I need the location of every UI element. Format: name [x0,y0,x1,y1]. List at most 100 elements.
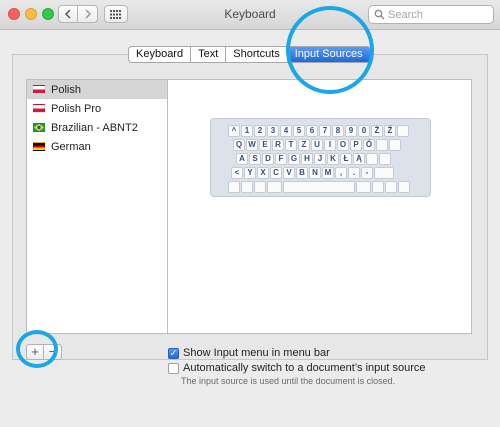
keyboard-row-2: Q W E R T Z U I O P Ó [233,139,402,151]
source-label: Brazilian - ABNT2 [51,121,138,134]
key-blank [356,181,371,193]
key: , [335,167,347,179]
back-button[interactable] [58,5,78,23]
key: O [337,139,349,151]
key: < [231,167,243,179]
key: - [361,167,373,179]
auto-switch-option[interactable]: Automatically switch to a document’s inp… [168,362,426,374]
key-blank [374,167,394,179]
search-field[interactable] [368,5,494,24]
auto-switch-label: Automatically switch to a document’s inp… [183,362,426,374]
forward-button[interactable] [78,5,98,23]
key-blank [241,181,253,193]
key: Ą [353,153,365,165]
source-item-brazilian[interactable]: Brazilian - ABNT2 [27,118,167,137]
keyboard-row-5 [228,181,411,193]
key: J [314,153,326,165]
key: 5 [293,125,305,137]
key: V [283,167,295,179]
show-input-menu-label: Show Input menu in menu bar [183,347,330,359]
key: 0 [358,125,370,137]
auto-switch-checkbox[interactable] [168,362,179,374]
key-blank [398,181,410,193]
key-blank [397,125,409,137]
key: B [296,167,308,179]
poland-pro-flag-icon [33,104,45,113]
key: G [288,153,300,165]
key: N [309,167,321,179]
key: 6 [306,125,318,137]
key: Ł [340,153,352,165]
key: Ź [384,125,396,137]
source-item-polish[interactable]: Polish [27,80,167,99]
key-blank [228,181,240,193]
key: X [257,167,269,179]
key: W [246,139,258,151]
key: 4 [280,125,292,137]
brazil-flag-icon [33,123,45,132]
show-all-button[interactable] [104,5,128,23]
source-item-german[interactable]: German [27,137,167,156]
key: 1 [241,125,253,137]
source-label: German [51,140,91,153]
key-blank [366,153,378,165]
key: K [327,153,339,165]
highlight-circle [16,330,58,368]
source-label: Polish [51,83,81,96]
close-window-button[interactable] [8,8,20,20]
grid-icon [110,9,121,19]
tab-text[interactable]: Text [190,47,225,62]
key: 8 [332,125,344,137]
highlight-circle [286,6,374,94]
key: . [348,167,360,179]
key: I [324,139,336,151]
key-blank [379,153,391,165]
key: Ó [363,139,375,151]
key: D [262,153,274,165]
keyboard-row-4: < Y X C V B N M , . - [231,167,395,179]
key: E [259,139,271,151]
key: 7 [319,125,331,137]
zoom-window-button[interactable] [42,8,54,20]
key: 2 [254,125,266,137]
key: Y [244,167,256,179]
key-blank [254,181,266,193]
source-item-polish-pro[interactable]: Polish Pro [27,99,167,118]
tab-keyboard[interactable]: Keyboard [129,47,190,62]
key: A [236,153,248,165]
input-sources-list[interactable]: Polish Polish Pro Brazilian - ABNT2 Germ… [26,79,168,334]
keyboard-row-3: A S D F G H J K Ł Ą [236,153,392,165]
key: ^ [228,125,240,137]
key: R [272,139,284,151]
key: T [285,139,297,151]
show-input-menu-checkbox[interactable]: ✓ [168,347,179,359]
key: Q [233,139,245,151]
tab-shortcuts[interactable]: Shortcuts [225,47,286,62]
key: 9 [345,125,357,137]
key-blank [389,139,401,151]
key: S [249,153,261,165]
key-blank [267,181,282,193]
show-input-menu-option[interactable]: ✓ Show Input menu in menu bar [168,347,330,359]
key: 3 [267,125,279,137]
chevron-right-icon [84,9,91,19]
minimize-window-button[interactable] [25,8,37,20]
chevron-left-icon [64,9,71,19]
key: M [322,167,334,179]
key-blank [372,181,384,193]
search-input[interactable] [385,8,488,21]
germany-flag-icon [33,142,45,151]
source-label: Polish Pro [51,102,102,115]
key: P [350,139,362,151]
title-bar: Keyboard [0,0,500,30]
poland-flag-icon [33,85,45,94]
key-blank [385,181,397,193]
key: Ż [371,125,383,137]
keyboard-row-1: ^ 1 2 3 4 5 6 7 8 9 0 Ż Ź [228,125,410,137]
key: F [275,153,287,165]
auto-switch-note: The input source is used until the docum… [181,376,396,386]
key: U [311,139,323,151]
key: C [270,167,282,179]
key-blank [376,139,388,151]
key-blank [283,181,355,193]
